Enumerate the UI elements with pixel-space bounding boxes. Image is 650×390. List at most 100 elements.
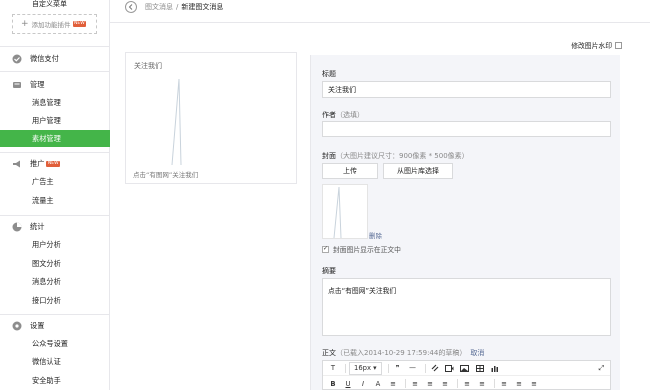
breadcrumb-current: 新建图文消息: [181, 3, 224, 11]
fullscreen-button[interactable]: ⤢: [599, 361, 604, 376]
new-badge: NEW: [46, 161, 61, 167]
sidebar-item-users[interactable]: 用户管理: [32, 116, 61, 126]
new-badge: NEW: [72, 21, 87, 27]
editor-toolbar: T 16px ▾ ❞ — ⤢ B U I A ≡ ≡ ≡ ≡ ≡ ≡ ≡ ≡ ≡: [322, 360, 611, 390]
cover-label-text: 封面: [322, 152, 336, 160]
statistics-icon: [12, 222, 22, 232]
sidebar-item-materials[interactable]: 素材管理: [0, 130, 110, 147]
body-label: 正文（已载入2014-10-29 17:59:44的草稿） 取消: [322, 348, 484, 358]
title-input[interactable]: 关注我们: [322, 81, 611, 98]
author-hint: （选填）: [336, 111, 364, 119]
add-plugin-button[interactable]: + 添加功能插件 NEW: [12, 14, 97, 34]
cancel-draft-link[interactable]: 取消: [470, 349, 484, 357]
sidebar-item-api-analytics[interactable]: 接口分析: [32, 296, 61, 306]
underline-button[interactable]: U: [342, 377, 354, 390]
toolbar-row-1: T 16px ▾ ❞ — ⤢: [323, 361, 610, 376]
ordered-list-button[interactable]: ≡: [498, 377, 510, 390]
sidebar-section-payment[interactable]: 微信支付: [12, 54, 59, 64]
divider: [387, 363, 389, 373]
video-icon[interactable]: [444, 362, 456, 375]
font-size-select[interactable]: 16px ▾: [349, 361, 382, 375]
sidebar-item-article-analytics[interactable]: 图文分析: [32, 259, 61, 269]
sidebar-item-custom-menu[interactable]: 自定义菜单: [32, 0, 67, 9]
quote-button[interactable]: ❞: [392, 362, 404, 375]
unordered-list-button[interactable]: ≡: [513, 377, 525, 390]
divider: [0, 314, 110, 315]
text-style-button[interactable]: T: [327, 362, 339, 375]
sidebar-item-security-assistant[interactable]: 安全助手: [32, 376, 61, 386]
sidebar: 自定义菜单 + 添加功能插件 NEW 微信支付 管理 消息管理 用户管理 素材管…: [0, 0, 110, 390]
sidebar-section-settings: 设置: [12, 321, 44, 331]
align-center-button[interactable]: ≡: [424, 377, 436, 390]
upload-button[interactable]: 上传: [322, 163, 378, 179]
sidebar-item-advertiser[interactable]: 广告主: [32, 177, 54, 187]
sidebar-section-label: 推广: [30, 159, 45, 168]
show-cover-option[interactable]: ✓ 封面图片显示在正文中: [322, 244, 401, 254]
author-input[interactable]: [322, 121, 611, 137]
article-preview-card[interactable]: 关注我们 点击“有图网”关注我们: [125, 52, 297, 184]
highlight-button[interactable]: ≡: [387, 377, 399, 390]
horizontal-rule-button[interactable]: —: [407, 362, 419, 375]
show-cover-checkbox[interactable]: ✓: [322, 245, 329, 253]
font-color-button[interactable]: A: [372, 377, 384, 390]
sidebar-item-message-analytics[interactable]: 消息分析: [32, 277, 61, 287]
italic-button[interactable]: I: [357, 377, 369, 390]
divider: [405, 379, 406, 388]
body-label-text: 正文: [322, 349, 336, 357]
divider: [345, 363, 346, 373]
align-right-button[interactable]: ≡: [439, 377, 451, 390]
cover-thumbnail: [322, 184, 368, 239]
preview-image: [171, 79, 182, 166]
author-label: 作者（选填）: [322, 110, 364, 120]
add-plugin-label: 添加功能插件: [31, 21, 71, 29]
header-divider: [110, 22, 650, 23]
breadcrumb: 图文消息 / 新建图文消息: [125, 0, 223, 14]
back-button[interactable]: [125, 1, 137, 13]
choose-from-library-button[interactable]: 从图片库选择: [383, 163, 453, 179]
sidebar-section-label: 设置: [30, 321, 45, 330]
sidebar-section-label: 统计: [30, 222, 45, 231]
delete-cover-link[interactable]: 删除: [369, 230, 382, 240]
watermark-checkbox[interactable]: [615, 41, 622, 49]
sidebar-item-publisher[interactable]: 流量主: [32, 196, 54, 206]
sidebar-item-messages[interactable]: 消息管理: [32, 98, 61, 108]
body-draft-hint: （已载入2014-10-29 17:59:44的草稿）: [336, 349, 467, 357]
page: 自定义菜单 + 添加功能插件 NEW 微信支付 管理 消息管理 用户管理 素材管…: [0, 0, 650, 390]
preview-digest: 点击“有图网”关注我们: [133, 171, 199, 179]
line-height-button[interactable]: ≡: [476, 377, 488, 390]
sidebar-section-label: 管理: [30, 80, 45, 89]
indent-button[interactable]: ≡: [461, 377, 473, 390]
breadcrumb-separator: /: [176, 3, 179, 11]
watermark-toggle[interactable]: 修改图片水印: [571, 40, 622, 50]
sidebar-item-user-analytics[interactable]: 用户分析: [32, 240, 61, 250]
divider: [494, 379, 495, 388]
divider: [457, 379, 458, 388]
align-left-button[interactable]: ≡: [409, 377, 421, 390]
settings-icon: [12, 321, 22, 331]
watermark-label: 修改图片水印: [571, 42, 612, 50]
promotion-icon: [12, 159, 22, 169]
font-size-value: 16px: [354, 364, 371, 372]
cover-label: 封面（大图片建议尺寸：900像素 * 500像素）: [322, 151, 469, 161]
digest-label: 摘要: [322, 267, 336, 275]
breadcrumb-parent[interactable]: 图文消息: [145, 2, 173, 12]
digest-textarea[interactable]: 点击“有图网”关注我们: [322, 278, 611, 336]
bold-button[interactable]: B: [327, 377, 339, 390]
sidebar-item-account-settings[interactable]: 公众号设置: [32, 339, 68, 349]
management-icon: [12, 80, 22, 90]
image-icon[interactable]: [459, 362, 471, 375]
payment-icon: [12, 54, 22, 64]
table-icon[interactable]: [474, 362, 486, 375]
sidebar-item-verification[interactable]: 微信认证: [32, 357, 61, 367]
author-label-text: 作者: [322, 111, 336, 119]
link-icon[interactable]: [429, 362, 441, 375]
plus-icon: +: [21, 19, 29, 29]
chart-icon[interactable]: [489, 362, 501, 375]
divider: [0, 152, 110, 153]
title-label: 标题: [322, 70, 336, 78]
clear-format-button[interactable]: ≡: [528, 377, 540, 390]
sidebar-section-statistics: 统计: [12, 222, 44, 232]
sidebar-section-management: 管理: [12, 80, 44, 90]
cover-hint: （大图片建议尺寸：900像素 * 500像素）: [336, 152, 469, 160]
divider: [424, 363, 426, 373]
